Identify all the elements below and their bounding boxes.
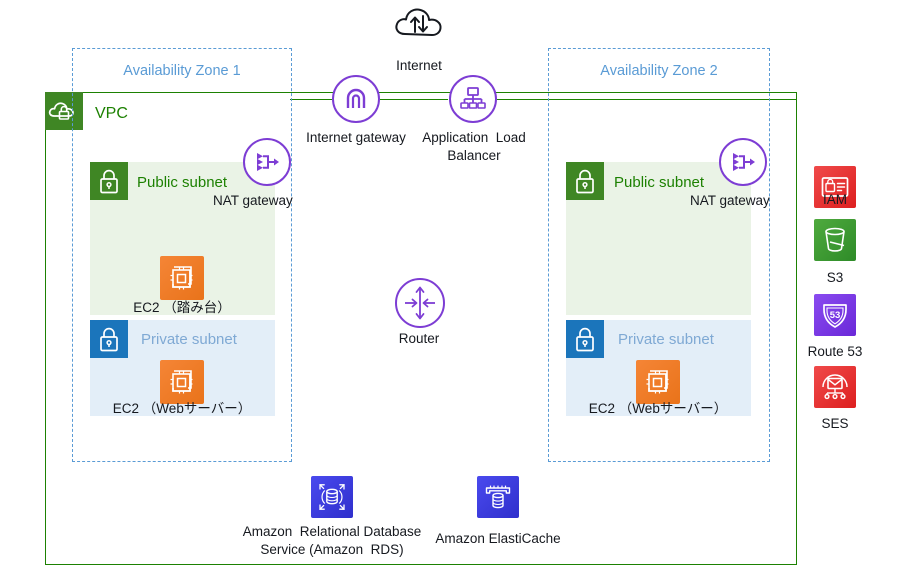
public-subnet-lock-icon (566, 162, 604, 200)
availability-zone-2-label: Availability Zone 2 (600, 63, 718, 79)
nat-gateway-icon (719, 138, 767, 186)
ec2-instance-icon (160, 360, 204, 404)
az2-private-subnet-label: Private subnet (618, 331, 714, 348)
application-load-balancer-label-line2: Balancer (447, 148, 501, 163)
az1-private-subnet-label: Private subnet (141, 331, 237, 348)
az1-nat-gateway-label: NAT gateway (213, 193, 293, 208)
amazon-elasticache-icon (477, 476, 519, 518)
ses-icon (814, 366, 856, 408)
iam-label: IAM (822, 192, 848, 207)
internet-gateway-icon (332, 75, 380, 123)
ec2-instance-icon (636, 360, 680, 404)
internet-gateway-label: Internet gateway (306, 130, 406, 145)
application-load-balancer-label-line1: Application Load (422, 130, 526, 145)
ses-label: SES (821, 416, 849, 431)
public-subnet-lock-icon (90, 162, 128, 200)
nat-gateway-icon (243, 138, 291, 186)
svg-text:53: 53 (830, 310, 841, 321)
private-subnet-lock-icon (566, 320, 604, 358)
internet-label: Internet (396, 58, 442, 73)
az2-web-ec2-label: EC2 （Webサーバー） (588, 401, 728, 416)
private-subnet-lock-icon (90, 320, 128, 358)
ec2-instance-icon (160, 256, 204, 300)
route53-label: Route 53 (807, 344, 863, 359)
az1-bastion-ec2-label: EC2 （踏み台） (133, 300, 231, 315)
amazon-rds-label-line1: Amazon Relational Database (242, 524, 422, 539)
s3-bucket-icon (814, 219, 856, 261)
route53-icon: 53 (814, 294, 856, 336)
az2-public-subnet-label: Public subnet (614, 174, 705, 191)
amazon-rds-icon (311, 476, 353, 518)
az2-nat-gateway-label: NAT gateway (690, 193, 770, 208)
availability-zone-1-label: Availability Zone 1 (123, 63, 241, 79)
amazon-rds-label-line2: Service (Amazon RDS) (260, 542, 404, 557)
amazon-elasticache-label: Amazon ElastiCache (435, 531, 561, 546)
az1-web-ec2-label: EC2 （Webサーバー） (112, 401, 252, 416)
az1-public-subnet-label: Public subnet (137, 174, 228, 191)
internet-cloud-icon (393, 2, 445, 42)
architecture-diagram-canvas: Internet VPC Availability Zone 1 Public … (0, 0, 912, 576)
router-label: Router (398, 331, 440, 346)
router-icon (395, 278, 445, 328)
application-load-balancer-icon (449, 75, 497, 123)
s3-label: S3 (826, 270, 844, 285)
